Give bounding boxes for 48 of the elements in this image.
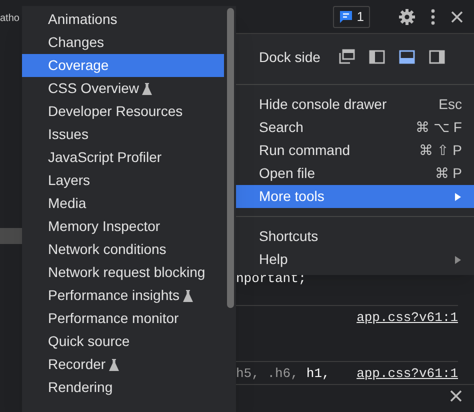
menu-item[interactable]: JavaScript Profiler	[22, 146, 224, 169]
menu-item[interactable]: Recorder	[22, 353, 224, 376]
code-text: h1,	[306, 364, 330, 383]
menu-item[interactable]: Performance monitor	[22, 307, 224, 330]
source-link[interactable]: app.css?v61:1	[356, 364, 458, 384]
menu-item[interactable]: Layers	[22, 169, 224, 192]
menu-item[interactable]: CSS Overview	[22, 77, 224, 100]
menu-item[interactable]: Search ⌘ ⌥ F	[236, 116, 474, 139]
menu-item[interactable]: Animations	[22, 8, 224, 31]
menu-item[interactable]: Quick source	[22, 330, 224, 353]
dock-left-icon[interactable]	[368, 48, 386, 66]
menu-item[interactable]: Coverage	[22, 54, 224, 77]
tab-label[interactable]: atho	[0, 11, 20, 26]
shortcut-text: ⌘ P	[434, 164, 462, 183]
submenu-arrow-icon[interactable]	[454, 192, 462, 202]
scrollbar-thumb[interactable]	[227, 8, 234, 308]
dock-side-label: Dock side	[259, 48, 320, 66]
menu-item[interactable]: Issues	[22, 123, 224, 146]
menu-item[interactable]: Open file ⌘ P	[236, 162, 474, 185]
menu-item[interactable]: Developer Resources	[22, 100, 224, 123]
dock-right-icon[interactable]	[428, 48, 446, 66]
menu-item[interactable]: Hide console drawer Esc	[236, 93, 474, 116]
menu-item[interactable]: Rendering	[22, 376, 224, 399]
close-icon[interactable]	[449, 389, 463, 403]
close-icon[interactable]	[450, 10, 464, 24]
message-icon	[338, 10, 353, 24]
menu-item[interactable]: Shortcuts	[236, 225, 474, 248]
submenu-arrow-icon[interactable]	[454, 254, 462, 264]
menu-item[interactable]: Network request blocking	[22, 261, 224, 284]
code-text: h5, .h6,	[236, 364, 298, 383]
shortcut-text: Esc	[438, 95, 462, 114]
issues-badge[interactable]: 1	[332, 6, 370, 28]
shortcut-text: ⌘ ⌥ F	[416, 118, 462, 137]
shortcut-text: ⌘ ⇧ P	[418, 141, 462, 160]
code-text: nportant;	[236, 270, 306, 288]
menu-item[interactable]: More tools	[236, 185, 474, 208]
selected-row	[0, 228, 22, 244]
menu-item[interactable]: Network conditions	[22, 238, 224, 261]
dock-bottom-icon[interactable]	[398, 48, 416, 66]
undock-icon[interactable]	[338, 48, 356, 66]
menu-item[interactable]: Run command ⌘ ⇧ P	[236, 139, 474, 162]
menu-item[interactable]: Changes	[22, 31, 224, 54]
source-link[interactable]: app.css?v61:1	[356, 308, 458, 328]
menu-item[interactable]: Media	[22, 192, 224, 215]
menu-item[interactable]: Help	[236, 248, 474, 271]
more-options-icon[interactable]	[430, 8, 436, 26]
menu-item[interactable]: Memory Inspector	[22, 215, 224, 238]
menu-item[interactable]: Performance insights	[22, 284, 224, 307]
